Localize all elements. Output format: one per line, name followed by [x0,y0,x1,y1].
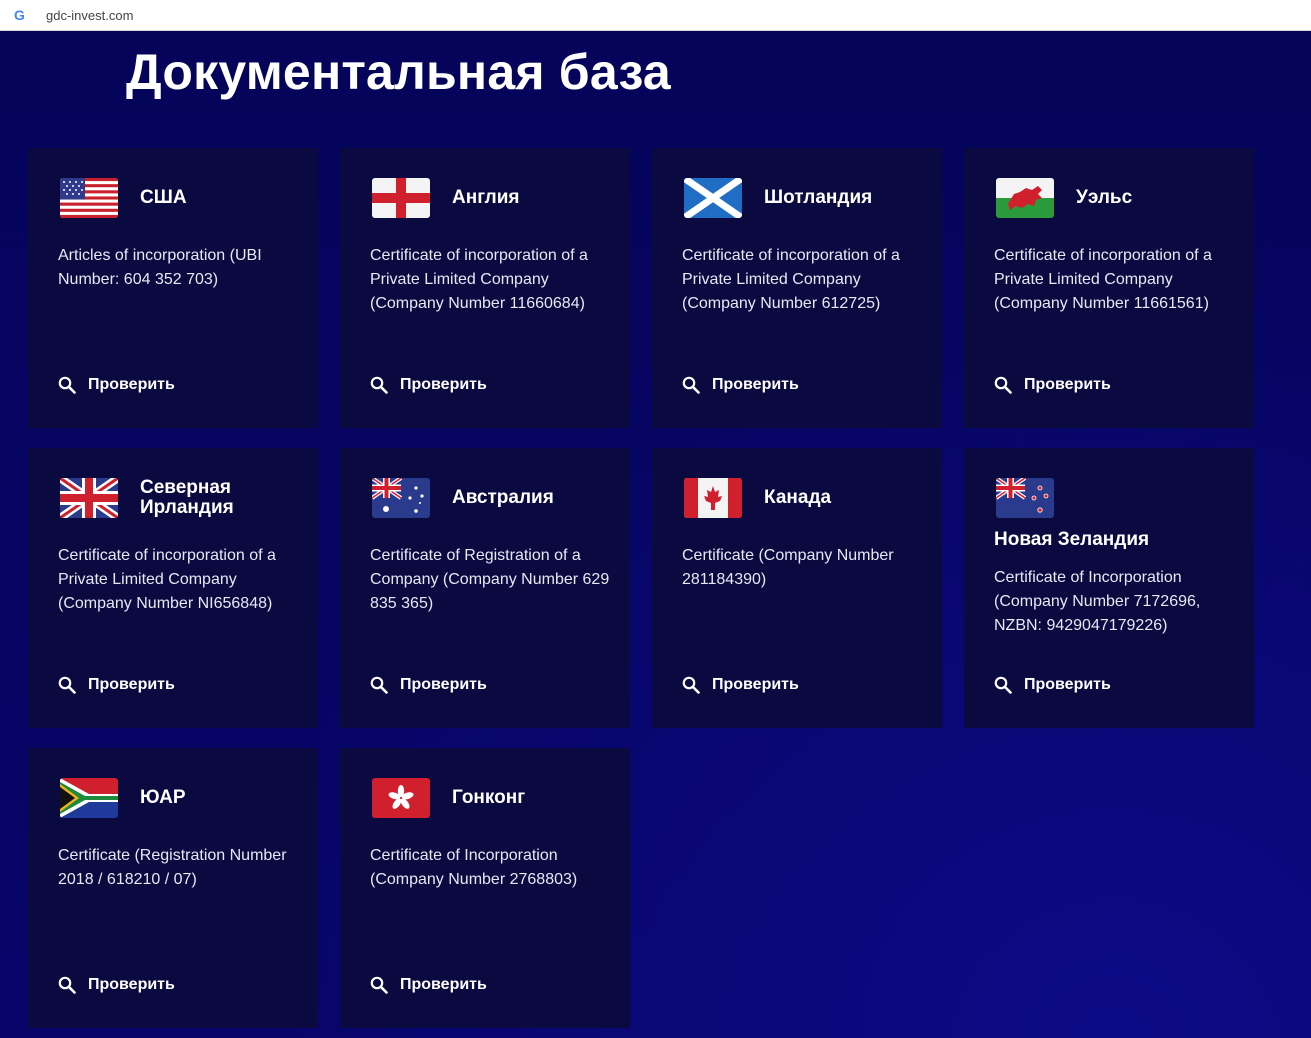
search-icon [58,376,76,394]
check-button[interactable]: Проверить [994,376,1111,394]
check-button[interactable]: Проверить [370,676,487,694]
south-africa-flag-icon [60,778,118,818]
new-zealand-flag-icon [996,478,1054,518]
document-description: Certificate of Incorporation (Company Nu… [370,847,578,888]
country-name: Шотландия [764,187,873,208]
search-icon [994,376,1012,394]
check-button[interactable]: Проверить [58,376,175,394]
address-url[interactable]: gdc-invest.com [46,8,133,24]
check-button[interactable]: Проверить [58,676,175,694]
document-card-new-zealand: Новая Зеландия Certificate of Incorporat… [964,448,1254,728]
document-description: Certificate of incorporation of a Privat… [994,247,1212,312]
search-icon [370,976,388,994]
scotland-flag-icon [684,178,742,218]
country-name: Гонконг [452,787,526,808]
us-flag-icon [60,178,118,218]
document-card-hong-kong: Гонконг Certificate of Incorporation (Co… [340,748,630,1028]
country-name: Северная Ирландия [140,478,234,518]
australia-flag-icon [372,478,430,518]
check-label: Проверить [712,676,799,693]
uk-flag-icon [60,478,118,518]
document-card-scotland: Шотландия Certificate of incorporation o… [652,148,942,428]
document-description: Articles of incorporation (UBI Number: 6… [58,247,262,288]
check-button[interactable]: Проверить [994,676,1111,694]
document-card-south-africa: ЮАР Certificate (Registration Number 201… [28,748,318,1028]
hong-kong-flag-icon [372,778,430,818]
search-icon [994,676,1012,694]
check-button[interactable]: Проверить [682,676,799,694]
check-label: Проверить [400,976,487,993]
country-name: США [140,187,187,208]
page-title: Документальная база [126,44,671,100]
document-description: Certificate of incorporation of a Privat… [370,247,588,312]
country-name: Уэльс [1076,187,1133,208]
country-name: Канада [764,487,832,508]
check-label: Проверить [88,376,175,393]
document-card-australia: Австралия Certificate of Registration of… [340,448,630,728]
check-button[interactable]: Проверить [58,976,175,994]
check-label: Проверить [88,676,175,693]
search-icon [370,376,388,394]
country-name: ЮАР [140,787,186,808]
check-button[interactable]: Проверить [682,376,799,394]
check-label: Проверить [88,976,175,993]
document-description: Certificate (Company Number 281184390) [682,547,894,588]
wales-flag-icon [996,178,1054,218]
check-label: Проверить [1024,676,1111,693]
search-icon [58,676,76,694]
document-card-usa: США Articles of incorporation (UBI Numbe… [28,148,318,428]
document-description: Certificate of incorporation of a Privat… [682,247,900,312]
check-label: Проверить [400,676,487,693]
check-button[interactable]: Проверить [370,976,487,994]
country-name-line2: Ирландия [140,497,234,518]
search-icon [682,676,700,694]
search-icon [58,976,76,994]
document-description: Certificate of Incorporation (Company Nu… [994,569,1201,634]
document-card-northern-ireland: Северная Ирландия Certificate of incorpo… [28,448,318,728]
check-button[interactable]: Проверить [370,376,487,394]
country-name: Новая Зеландия [994,529,1150,550]
country-name-line1: Северная [140,477,232,498]
document-description: Certificate (Registration Number 2018 / … [58,847,287,888]
document-card-england: Англия Certificate of incorporation of a… [340,148,630,428]
search-icon [370,676,388,694]
check-label: Проверить [400,376,487,393]
document-card-wales: Уэльс Certificate of incorporation of a … [964,148,1254,428]
search-icon [682,376,700,394]
canada-flag-icon [684,478,742,518]
document-card-canada: Канада Certificate (Company Number 28118… [652,448,942,728]
country-name: Австралия [452,487,554,508]
document-description: Certificate of incorporation of a Privat… [58,547,276,612]
document-description: Certificate of Registration of a Company… [370,547,610,612]
england-flag-icon [372,178,430,218]
country-name: Англия [452,187,520,208]
check-label: Проверить [712,376,799,393]
check-label: Проверить [1024,376,1111,393]
browser-address-bar[interactable]: G gdc-invest.com [0,0,1311,31]
google-icon: G [14,7,25,23]
